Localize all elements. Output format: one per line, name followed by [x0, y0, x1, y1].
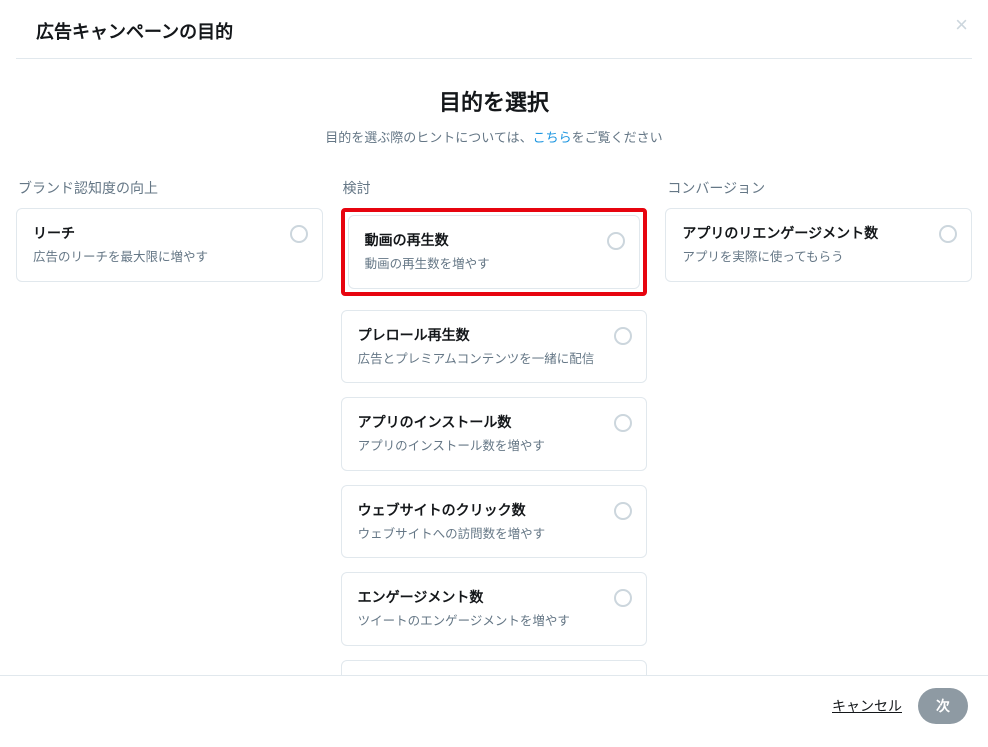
card-desc: ツイートのエンゲージメントを増やす: [358, 613, 601, 631]
modal-footer: キャンセル 次: [0, 675, 988, 736]
objective-card-reach[interactable]: リーチ 広告のリーチを最大限に増やす: [16, 208, 323, 282]
modal-header: 広告キャンペーンの目的 ×: [16, 0, 972, 59]
radio-icon[interactable]: [607, 232, 625, 250]
radio-icon[interactable]: [614, 327, 632, 345]
radio-icon[interactable]: [614, 414, 632, 432]
radio-icon[interactable]: [939, 225, 957, 243]
card-desc: ウェブサイトへの訪問数を増やす: [358, 526, 601, 544]
card-desc: 広告とプレミアムコンテンツを一緒に配信: [358, 351, 601, 369]
intro-sub-after: をご覧ください: [572, 130, 663, 145]
column-awareness-title: ブランド認知度の向上: [16, 178, 323, 198]
objective-card-video-views[interactable]: 動画の再生数 動画の再生数を増やす: [348, 215, 641, 289]
next-button[interactable]: 次: [918, 688, 968, 724]
card-desc: 動画の再生数を増やす: [365, 256, 594, 274]
intro-sub-before: 目的を選ぶ際のヒントについては、: [325, 130, 532, 145]
card-title: エンゲージメント数: [358, 587, 601, 607]
objective-card-preroll[interactable]: プレロール再生数 広告とプレミアムコンテンツを一緒に配信: [341, 310, 648, 384]
card-desc: 広告のリーチを最大限に増やす: [33, 249, 276, 267]
radio-icon[interactable]: [614, 589, 632, 607]
radio-icon[interactable]: [290, 225, 308, 243]
close-icon[interactable]: ×: [955, 14, 968, 36]
highlight-box: 動画の再生数 動画の再生数を増やす: [341, 208, 648, 296]
intro-section: 目的を選択 目的を選ぶ際のヒントについては、こちらをご覧ください: [0, 85, 988, 146]
column-awareness: ブランド認知度の向上 リーチ 広告のリーチを最大限に増やす: [16, 178, 323, 747]
card-title: 動画の再生数: [365, 230, 594, 250]
card-title: プレロール再生数: [358, 325, 601, 345]
card-title: リーチ: [33, 223, 276, 243]
card-desc: アプリのインストール数を増やす: [358, 438, 601, 456]
intro-link[interactable]: こちら: [533, 130, 572, 145]
objective-card-engagements[interactable]: エンゲージメント数 ツイートのエンゲージメントを増やす: [341, 572, 648, 646]
intro-title: 目的を選択: [0, 85, 988, 117]
objective-columns: ブランド認知度の向上 リーチ 広告のリーチを最大限に増やす 検討 動画の再生数 …: [0, 158, 988, 747]
card-title: アプリのリエンゲージメント数: [682, 223, 925, 243]
objective-card-app-reengagement[interactable]: アプリのリエンゲージメント数 アプリを実際に使ってもらう: [665, 208, 972, 282]
column-consideration-title: 検討: [341, 178, 648, 198]
cancel-button[interactable]: キャンセル: [832, 696, 902, 716]
modal-title: 広告キャンペーンの目的: [36, 18, 952, 44]
card-title: ウェブサイトのクリック数: [358, 500, 601, 520]
column-conversion: コンバージョン アプリのリエンゲージメント数 アプリを実際に使ってもらう: [665, 178, 972, 747]
objective-card-website-clicks[interactable]: ウェブサイトのクリック数 ウェブサイトへの訪問数を増やす: [341, 485, 648, 559]
card-title: アプリのインストール数: [358, 412, 601, 432]
intro-subtitle: 目的を選ぶ際のヒントについては、こちらをご覧ください: [0, 127, 988, 146]
radio-icon[interactable]: [614, 502, 632, 520]
column-consideration: 検討 動画の再生数 動画の再生数を増やす プレロール再生数 広告とプレミアムコン…: [341, 178, 648, 747]
campaign-objective-modal: 広告キャンペーンの目的 × 目的を選択 目的を選ぶ際のヒントについては、こちらを…: [0, 0, 988, 736]
objective-card-app-installs[interactable]: アプリのインストール数 アプリのインストール数を増やす: [341, 397, 648, 471]
card-desc: アプリを実際に使ってもらう: [682, 249, 925, 267]
column-conversion-title: コンバージョン: [665, 178, 972, 198]
